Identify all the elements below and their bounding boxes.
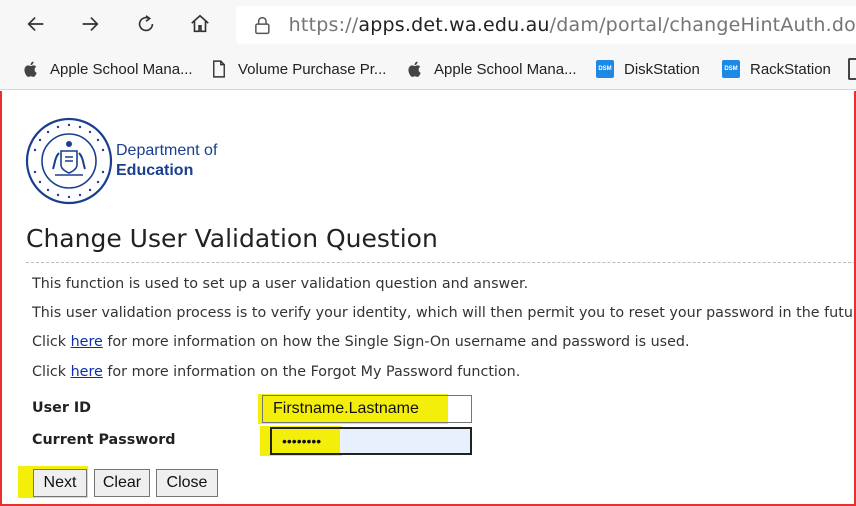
department-logo: Department of Education: [24, 117, 226, 205]
user-id-label: User ID: [32, 400, 92, 416]
divider: [26, 262, 856, 263]
back-icon[interactable]: [18, 6, 54, 42]
sso-help-link[interactable]: here: [71, 334, 103, 350]
info-sso: Click here for more information on how t…: [32, 334, 690, 350]
dsm-icon: DSM: [722, 60, 740, 78]
clear-button[interactable]: Clear: [94, 469, 150, 497]
apple-icon: [22, 60, 40, 78]
intro-text: This function is used to set up a user v…: [32, 276, 529, 292]
url-text: https://apps.det.wa.edu.au/dam/portal/ch…: [288, 14, 856, 36]
info-forgot-password: Click here for more information on the F…: [32, 364, 521, 380]
home-icon[interactable]: [182, 6, 218, 42]
next-button[interactable]: Next: [33, 469, 87, 497]
dsm-icon: DSM: [596, 60, 614, 78]
bookmarks-bar: Apple School Mana... Volume Purchase Pr.…: [0, 50, 856, 90]
close-button[interactable]: Close: [156, 469, 218, 497]
bookmark-item[interactable]: Apple School Mana...: [22, 58, 193, 80]
department-name: Department of Education: [116, 142, 218, 179]
forward-icon[interactable]: [72, 6, 108, 42]
bookmark-item[interactable]: Volume Purchase Pr...: [210, 58, 386, 80]
page-icon: [210, 60, 228, 78]
page-title: Change User Validation Question: [26, 224, 438, 253]
forgot-password-help-link[interactable]: here: [71, 364, 103, 380]
address-bar[interactable]: https://apps.det.wa.edu.au/dam/portal/ch…: [236, 6, 856, 44]
current-password-label: Current Password: [32, 432, 176, 448]
apple-icon: [406, 60, 424, 78]
browser-toolbar: https://apps.det.wa.edu.au/dam/portal/ch…: [0, 0, 856, 50]
bookmark-item[interactable]: DSM DiskStation: [596, 58, 700, 80]
refresh-icon[interactable]: [128, 6, 164, 42]
user-id-input[interactable]: Firstname.Lastname: [262, 395, 472, 423]
bookmark-item[interactable]: DSM RackStation: [722, 58, 831, 80]
lock-icon: [255, 16, 270, 35]
intro-text: This user validation process is to verif…: [32, 305, 856, 321]
bookmark-item[interactable]: Apple School Mana...: [406, 58, 577, 80]
government-seal-icon: [25, 117, 113, 205]
current-password-input[interactable]: ••••••••: [270, 427, 472, 455]
bookmark-overflow-icon[interactable]: [848, 58, 856, 80]
